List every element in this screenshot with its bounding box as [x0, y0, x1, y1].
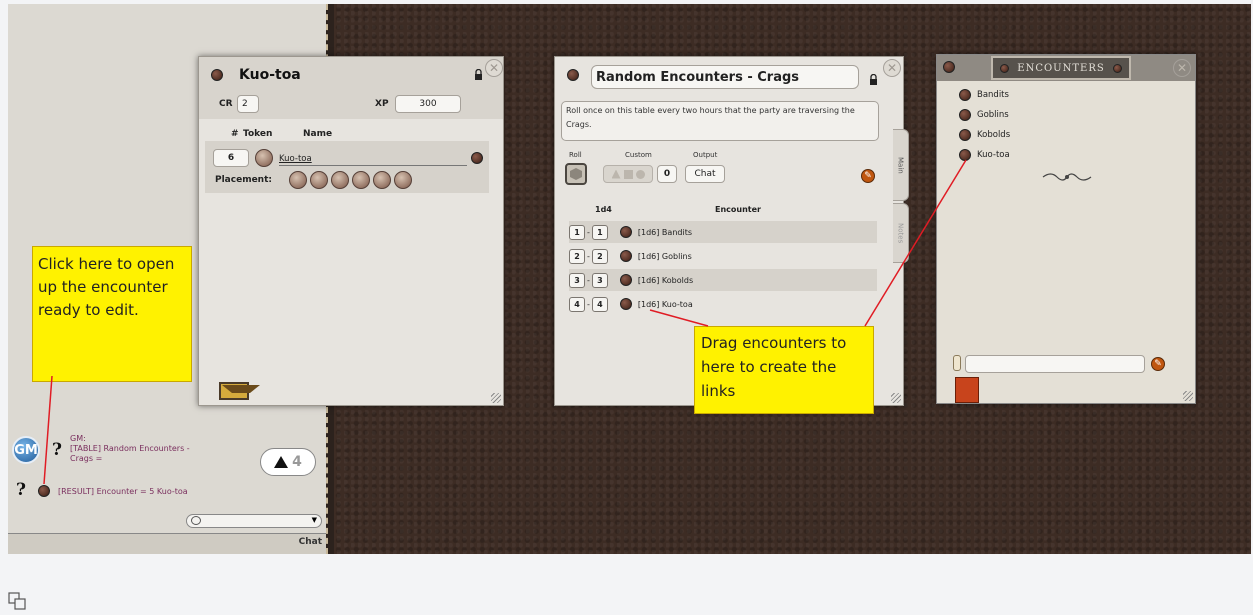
expand-image-icon[interactable] [8, 592, 26, 610]
right-arrow-line-a [649, 309, 709, 327]
right-arrow-line-b [864, 159, 967, 327]
annotation-lines [43, 159, 967, 485]
left-arrow-line [43, 375, 53, 485]
game-canvas: GM ? GM: [TABLE] Random Encounters - Cra… [8, 4, 1251, 554]
